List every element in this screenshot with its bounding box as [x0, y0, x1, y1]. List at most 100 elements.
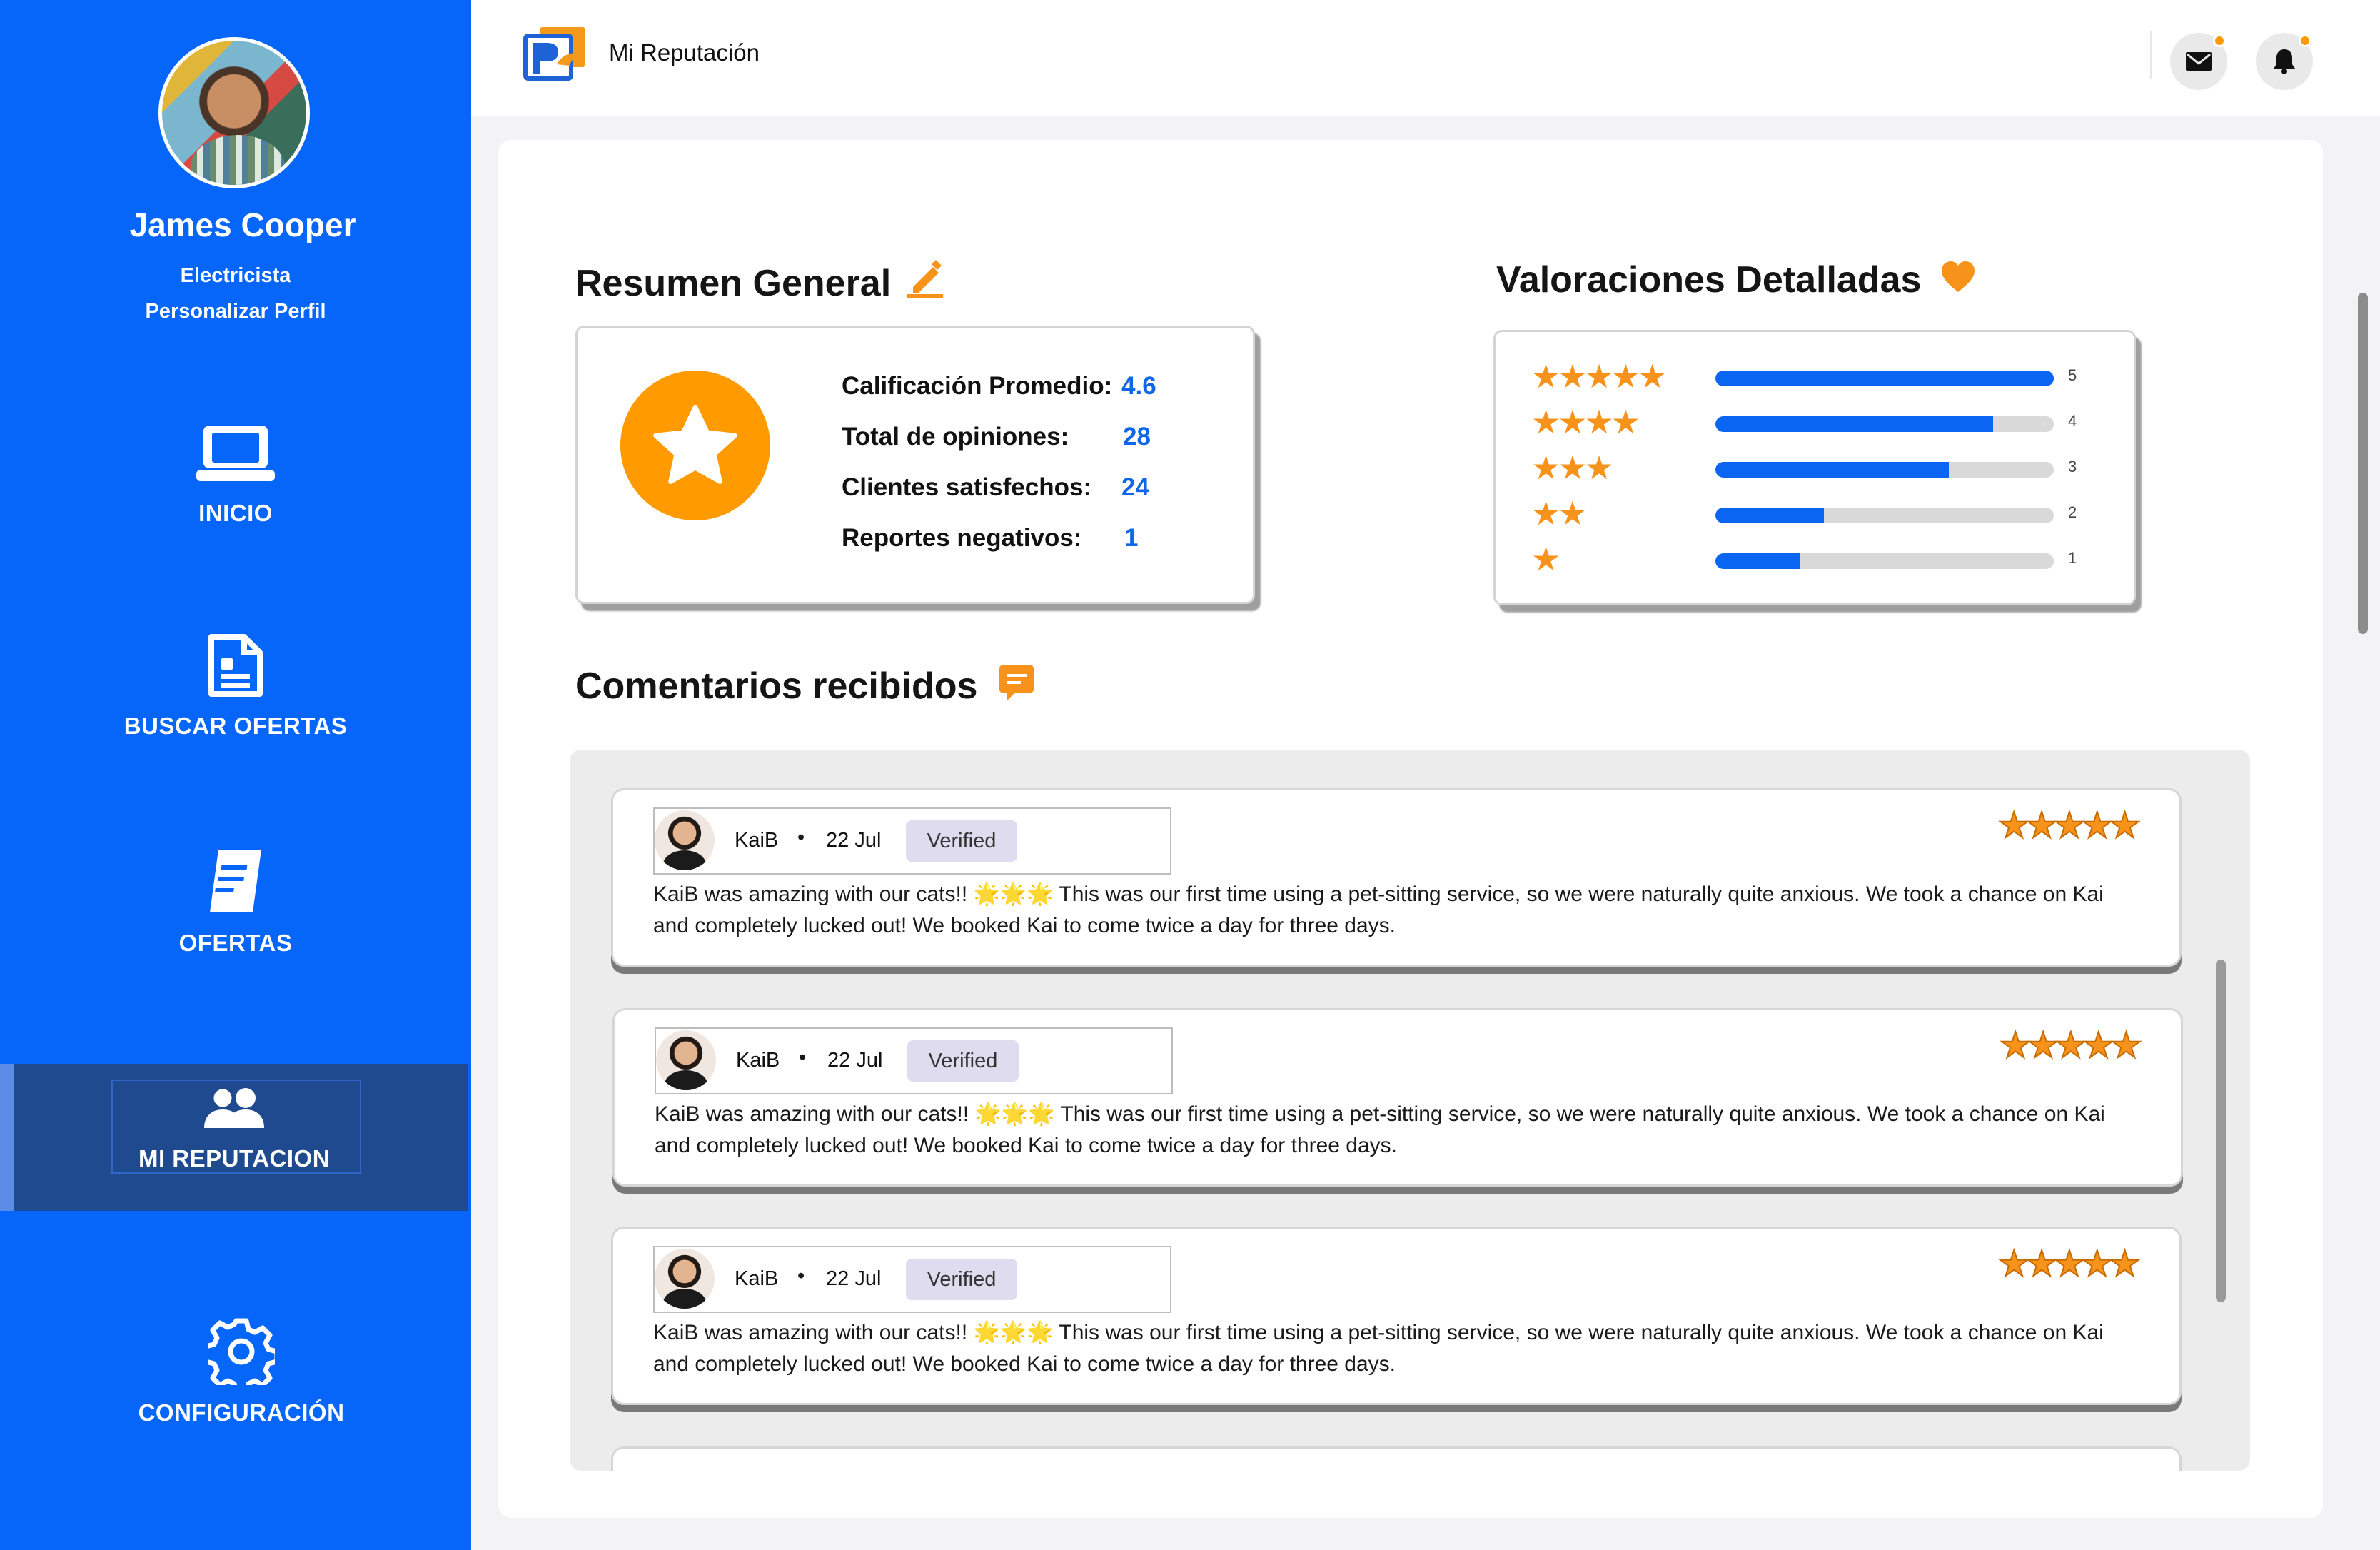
stat-label-satisfied: Clientes satisfechos:	[842, 473, 1092, 501]
summary-title: Resumen General	[575, 258, 944, 305]
summary-title-text: Resumen General	[575, 263, 892, 304]
review-text: KaiB was amazing with our cats!! 🌟🌟🌟 Thi…	[655, 1102, 2105, 1157]
rating-label-3: 3	[2068, 458, 2077, 475]
rating-bar-4	[1715, 416, 2054, 432]
rating-stars-1: ★	[1531, 540, 1560, 578]
review-date: 22 Jul	[826, 1267, 882, 1290]
stat-total-reviews: Total de opiniones: 28	[842, 423, 1151, 451]
review-text: KaiB was amazing with our cats!! 🌟🌟🌟 Thi…	[653, 1321, 2104, 1376]
verified-badge: Verified	[906, 820, 1017, 862]
reviewer-avatar[interactable]	[655, 810, 715, 870]
review-card-partial	[611, 1446, 2182, 1471]
ratings-card: ★★★★★ 5 ★★★★ 4 ★★★ 3 ★★ 2 ★ 1	[1493, 330, 2136, 605]
rating-stars-4: ★★★★	[1531, 403, 1640, 441]
nav-item-configuracion[interactable]: CONFIGURACIÓN	[6, 1318, 477, 1426]
review-stars: ★★★★★	[1999, 1025, 2143, 1065]
review-stars: ★★★★★	[1997, 805, 2142, 845]
review-card: KaiB • 22 Jul Verified ★★★★★ KaiB was am…	[611, 788, 2182, 967]
edit-icon[interactable]	[906, 258, 944, 298]
review-header: KaiB • 22 Jul Verified	[653, 1246, 1171, 1313]
nav-item-inicio[interactable]: INICIO	[0, 423, 471, 527]
rating-bar-3	[1715, 462, 2054, 478]
reviewer-name[interactable]: KaiB	[735, 829, 778, 852]
nav-label-inicio: INICIO	[198, 500, 273, 526]
customize-profile-link[interactable]: Personalizar Perfil	[0, 300, 471, 323]
user-avatar[interactable]	[158, 37, 310, 188]
stat-value-satisfied: 24	[1121, 473, 1149, 501]
rating-bar-fill-2	[1715, 508, 1824, 523]
rating-label-5: 5	[2068, 366, 2077, 384]
rating-badge	[620, 371, 770, 520]
heart-icon	[1941, 261, 1975, 292]
stat-label-average: Calificación Promedio:	[842, 372, 1113, 400]
review-header: KaiB • 22 Jul Verified	[655, 1027, 1173, 1094]
laptop-icon	[196, 426, 275, 481]
reviewer-name[interactable]: KaiB	[735, 1267, 778, 1291]
star-icon	[653, 404, 737, 484]
users-icon	[204, 1087, 264, 1128]
separator-dot: •	[797, 826, 805, 849]
stat-value-negative: 1	[1124, 524, 1139, 552]
reviewer-name[interactable]: KaiB	[736, 1049, 780, 1072]
mail-button[interactable]	[2170, 33, 2227, 90]
user-name: James Cooper	[129, 206, 356, 243]
review-date: 22 Jul	[826, 829, 882, 852]
summary-card: Calificación Promedio: 4.6 Total de opin…	[575, 326, 1255, 604]
bell-notification-dot	[2299, 34, 2311, 47]
rating-stars-3: ★★★	[1531, 449, 1614, 486]
sidebar: James Cooper Electricista Personalizar P…	[0, 0, 471, 1550]
rating-bar-fill-3	[1715, 462, 1950, 478]
stat-average-rating: Calificación Promedio: 4.6	[842, 372, 1156, 401]
page-scrollbar[interactable]	[2358, 293, 2368, 634]
rating-label-1: 1	[2068, 549, 2077, 567]
user-role: Electricista	[180, 264, 291, 287]
bell-icon	[2274, 49, 2295, 74]
app-logo[interactable]	[521, 27, 588, 83]
review-text: KaiB was amazing with our cats!! 🌟🌟🌟 Thi…	[653, 882, 2104, 937]
top-bar: Mi Reputación	[471, 0, 2380, 116]
nav-item-ofertas[interactable]: OFERTAS	[0, 847, 471, 957]
stat-label-total: Total de opiniones:	[842, 423, 1069, 451]
comments-title-text: Comentarios recibidos	[575, 665, 978, 707]
stat-label-negative: Reportes negativos:	[842, 524, 1082, 552]
nav-label-configuracion: CONFIGURACIÓN	[138, 1399, 345, 1426]
review-card: KaiB • 22 Jul Verified ★★★★★ KaiB was am…	[612, 1008, 2183, 1187]
page-title: Mi Reputación	[609, 39, 760, 66]
comments-scrollbar[interactable]	[2216, 960, 2226, 1302]
nav-active-content: MI REPUTACION	[0, 1085, 468, 1172]
document-icon	[208, 634, 263, 697]
rating-label-2: 2	[2068, 503, 2077, 521]
reviewer-avatar[interactable]	[655, 1249, 715, 1309]
verified-badge: Verified	[907, 1040, 1019, 1082]
comments-list[interactable]: KaiB • 22 Jul Verified ★★★★★ KaiB was am…	[570, 750, 2250, 1471]
comments-title: Comentarios recibidos	[575, 664, 1035, 708]
nav-item-buscar-ofertas[interactable]: BUSCAR OFERTAS	[0, 633, 471, 740]
ratings-title: Valoraciones Detalladas	[1496, 258, 1976, 301]
rating-label-4: 4	[2068, 412, 2077, 430]
rating-bar-fill-5	[1715, 371, 2054, 386]
review-card: KaiB • 22 Jul Verified ★★★★★ KaiB was am…	[611, 1227, 2182, 1405]
nav-label-buscar-ofertas: BUSCAR OFERTAS	[123, 713, 348, 739]
review-stars: ★★★★★	[1997, 1244, 2142, 1284]
rating-bar-fill-1	[1715, 553, 1800, 569]
mail-icon	[2186, 52, 2212, 71]
verified-badge: Verified	[906, 1259, 1017, 1300]
nav-item-mi-reputacion[interactable]: MI REPUTACION	[0, 1064, 468, 1211]
stat-value-total: 28	[1123, 423, 1151, 451]
gear-icon	[208, 1318, 275, 1385]
nav-label-mi-reputacion: MI REPUTACION	[138, 1145, 331, 1172]
rating-bar-fill-4	[1715, 416, 1993, 432]
comment-icon	[999, 665, 1034, 701]
rating-bar-2	[1715, 508, 2054, 523]
notifications-button[interactable]	[2256, 33, 2313, 90]
ratings-title-text: Valoraciones Detalladas	[1496, 259, 1922, 301]
nav-label-ofertas: OFERTAS	[178, 930, 293, 956]
reviewer-avatar[interactable]	[656, 1030, 716, 1090]
rating-stars-5: ★★★★★	[1531, 358, 1667, 395]
review-header: KaiB • 22 Jul Verified	[653, 807, 1171, 875]
rating-bar-1	[1715, 553, 2054, 569]
separator-dot: •	[797, 1264, 805, 1287]
review-date: 22 Jul	[827, 1049, 883, 1072]
separator-dot: •	[799, 1046, 807, 1069]
rating-stars-2: ★★	[1531, 495, 1588, 532]
